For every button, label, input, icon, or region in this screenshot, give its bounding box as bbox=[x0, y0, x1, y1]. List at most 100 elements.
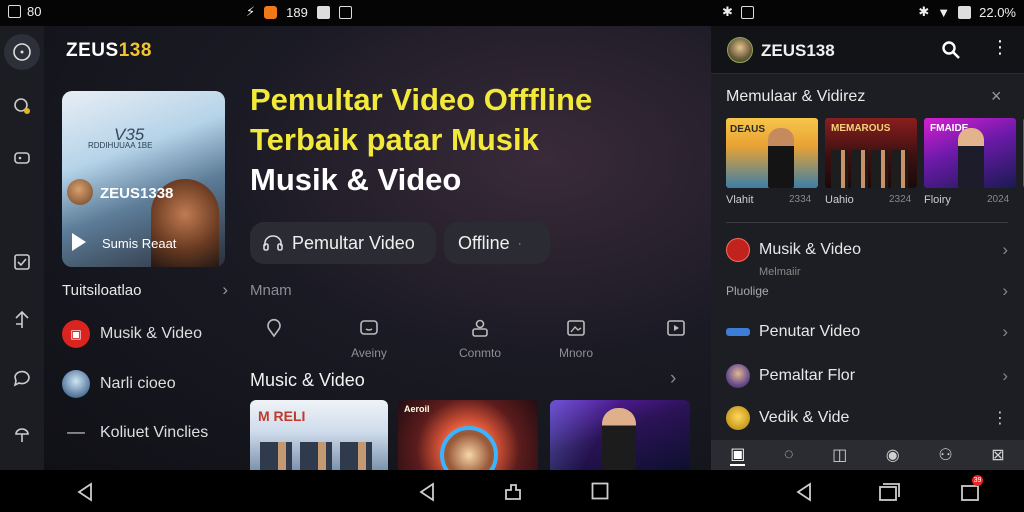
battery-percent: 22.0% bbox=[979, 4, 1016, 20]
play-icon[interactable] bbox=[72, 233, 86, 251]
list-item[interactable]: Pluolige › bbox=[726, 281, 1008, 301]
cloud-icon[interactable] bbox=[8, 420, 36, 448]
list-item[interactable]: Vedik & Vide ⋮ bbox=[726, 406, 1008, 430]
recents-icon[interactable] bbox=[591, 482, 609, 505]
notification-icon bbox=[338, 5, 352, 19]
hero-headline: Pemultar Video Offfline Terbaik patar Mu… bbox=[250, 82, 593, 197]
store-icon[interactable]: ⊠ bbox=[991, 445, 1004, 465]
box-icon[interactable]: ◫ bbox=[832, 445, 847, 465]
featured-name: ZEUS1338 bbox=[100, 185, 174, 202]
back-icon[interactable] bbox=[418, 482, 436, 507]
bottom-nav: ▣ ◌ ◫ ◉ ⚇ ⊠ bbox=[711, 440, 1024, 470]
list-item-label: Musik & Video bbox=[759, 241, 861, 258]
avatar bbox=[726, 406, 750, 430]
video-thumbnail[interactable]: Aeroil bbox=[398, 400, 538, 470]
close-icon[interactable]: × bbox=[991, 86, 1002, 107]
thumb-caption: Uahio bbox=[825, 194, 854, 206]
status-bar: 80 ⚡ 189 ✱ ✱ ▼ 22.0% bbox=[0, 0, 1024, 26]
avatar[interactable] bbox=[67, 179, 93, 205]
more-vertical-icon[interactable]: ⋮ bbox=[992, 408, 1008, 428]
gamepad-icon[interactable] bbox=[8, 144, 36, 172]
offline-button[interactable]: Offline · bbox=[444, 222, 550, 264]
right-panel: ZEUS138 ⋮ Memulaar & Vidirez × DEAUS MEM… bbox=[711, 26, 1024, 470]
video-thumbnail[interactable]: MEMAROUS bbox=[825, 118, 917, 188]
music-icon bbox=[726, 238, 750, 262]
list-item[interactable]: Penutar Video › bbox=[726, 322, 1008, 342]
notification-badge: 39 bbox=[972, 475, 983, 486]
featured-scribble: V35 bbox=[114, 125, 145, 144]
user-box-icon bbox=[472, 319, 488, 337]
player-video-button[interactable]: Pemultar Video bbox=[250, 222, 436, 264]
panel-header: ZEUS138 ⋮ bbox=[711, 26, 1024, 74]
list-item[interactable]: Narli cioeo bbox=[62, 370, 176, 398]
home-icon[interactable]: ▣ bbox=[730, 444, 746, 466]
category-item[interactable]: Aveiny bbox=[339, 318, 399, 360]
list-item-label: Narli cioeo bbox=[100, 375, 176, 392]
puzzle-icon[interactable] bbox=[503, 482, 523, 507]
thumb-year: 2334 bbox=[789, 194, 812, 205]
video-thumbnail[interactable] bbox=[550, 400, 690, 470]
chevron-right-icon: › bbox=[1002, 281, 1008, 300]
music-video-heading: Music & Video bbox=[250, 370, 365, 390]
app-logo: ZEUS138 bbox=[66, 40, 152, 61]
dash-icon: –– bbox=[67, 424, 85, 441]
video-thumbnail[interactable]: FMAIDE bbox=[924, 118, 1016, 188]
people-icon[interactable]: ⚇ bbox=[938, 445, 952, 465]
thumb-caption: Vlahit bbox=[726, 194, 754, 206]
more-vertical-icon[interactable]: ⋮ bbox=[991, 38, 1009, 56]
video-thumbnail[interactable]: DEAUS bbox=[726, 118, 818, 188]
list-item[interactable]: Musik & Video › bbox=[726, 238, 1008, 262]
search-icon[interactable] bbox=[8, 92, 36, 120]
back-icon[interactable] bbox=[795, 482, 813, 507]
system-nav-bar: 39 bbox=[0, 470, 1024, 512]
bluetooth-icon: ✱ bbox=[918, 4, 930, 19]
video-thumbnail[interactable]: M RELI bbox=[250, 400, 388, 470]
category-item[interactable] bbox=[646, 318, 706, 346]
search-icon[interactable] bbox=[941, 40, 961, 65]
status-mid-text: 189 bbox=[286, 4, 308, 20]
play-box-icon bbox=[667, 320, 685, 336]
section-header[interactable]: Tuitsiloatlao › bbox=[62, 280, 228, 300]
app-icon bbox=[264, 5, 278, 19]
notification-box-icon[interactable]: 39 bbox=[960, 475, 983, 507]
avatar bbox=[726, 364, 750, 388]
offline-label: Offline bbox=[458, 232, 510, 253]
thumb-caption: Floiry bbox=[924, 194, 951, 206]
featured-card[interactable]: RDDIHUUAA 1BE V35 ZEUS1338 Sumis Reaat bbox=[62, 91, 225, 267]
recents-icon[interactable] bbox=[878, 482, 900, 507]
category-item[interactable] bbox=[244, 318, 304, 346]
list-item[interactable]: –– Koliuet Vinclies bbox=[62, 424, 208, 442]
category-item[interactable]: Mnoro bbox=[546, 318, 606, 360]
notification-icon bbox=[740, 5, 754, 19]
main-pane: ZEUS138 RDDIHUUAA 1BE V35 ZEUS1338 Sumis… bbox=[44, 26, 711, 470]
chat-icon[interactable] bbox=[8, 364, 36, 392]
list-item[interactable]: ▣ Musik & Video bbox=[62, 320, 202, 348]
home-icon[interactable] bbox=[4, 34, 40, 70]
list-item-label: Pluolige bbox=[726, 284, 769, 298]
share-icon[interactable] bbox=[8, 306, 36, 334]
headset-icon bbox=[263, 235, 283, 251]
avatar[interactable] bbox=[727, 37, 753, 63]
video-icon bbox=[726, 328, 750, 336]
featured-caption: Sumis Reaat bbox=[102, 236, 177, 251]
list-item[interactable]: Pemaltar Flor › bbox=[726, 364, 1008, 388]
bluetooth-icon: ✱ bbox=[722, 4, 733, 19]
thumb-year: 2324 bbox=[889, 194, 912, 205]
panel-title: ZEUS138 bbox=[761, 41, 835, 60]
chevron-right-icon[interactable]: › bbox=[670, 368, 676, 390]
image-icon bbox=[316, 5, 330, 19]
check-icon[interactable] bbox=[8, 248, 36, 276]
category-item[interactable]: Conmto bbox=[450, 318, 510, 360]
chevron-right-icon: › bbox=[1002, 322, 1008, 341]
status-time: 80 bbox=[27, 4, 42, 19]
back-icon[interactable] bbox=[76, 482, 94, 507]
section-title: Tuitsiloatlao bbox=[62, 281, 142, 299]
chat-icon[interactable]: ◌ bbox=[784, 446, 794, 464]
wifi-icon: ▼ bbox=[937, 4, 951, 20]
thumb-year: 2024 bbox=[987, 194, 1010, 205]
section-title: Memulaar & Vidirez bbox=[726, 88, 866, 105]
list-item-sub: Melmaiir bbox=[759, 266, 801, 278]
group-icon[interactable]: ◉ bbox=[886, 445, 900, 465]
screenshot-icon bbox=[8, 5, 21, 18]
list-item-label: Vedik & Vide bbox=[759, 409, 850, 426]
